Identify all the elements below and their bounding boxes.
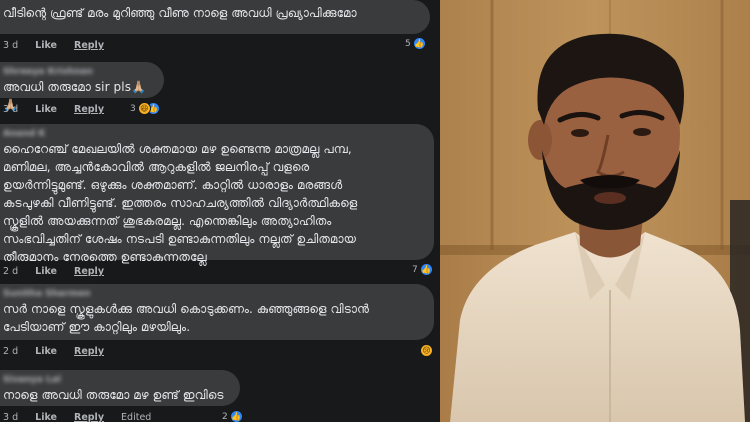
comment-author[interactable]: Sunitha Sharmen bbox=[3, 289, 422, 300]
comment-actions: 3 d Like Reply Edited bbox=[3, 412, 165, 422]
reply-button[interactable]: Reply bbox=[74, 412, 104, 422]
reaction-summary[interactable]: 7 👍 bbox=[412, 263, 433, 276]
ear-left bbox=[528, 120, 552, 160]
reaction-count: 3 bbox=[130, 103, 136, 114]
mouth bbox=[594, 192, 626, 204]
like-button[interactable]: Like bbox=[35, 346, 57, 357]
reaction-summary[interactable]: 😢 bbox=[420, 344, 433, 357]
comment-bubble: Sivanya Lal നാളെ അവധി തരുമോ മഴ ഉണ്ട് ഇവി… bbox=[0, 370, 240, 406]
comment-text: വീടിന്റെ ഫ്രണ്ട് മരം മുറിഞ്ഞു വീണു നാളെ … bbox=[3, 6, 357, 20]
like-button[interactable]: Like bbox=[35, 104, 57, 115]
comment-actions: 2 d Like Reply bbox=[3, 266, 118, 277]
comment-text: ഹൈറേഞ്ച് മേഖലയിൽ ശക്തമായ മഴ ഉണ്ടെന്നു മാ… bbox=[3, 142, 358, 264]
reaction-count: 7 bbox=[412, 264, 418, 275]
comment-bubble: Shreeya Krishnan അവധി തരുമോ sir pls🙏🏼🙏🏼 bbox=[0, 62, 164, 112]
edited-label: Edited bbox=[121, 412, 152, 422]
comment-author[interactable]: Sivanya Lal bbox=[3, 375, 228, 386]
like-button[interactable]: Like bbox=[35, 266, 57, 277]
comment-timestamp: 3 d bbox=[3, 412, 19, 422]
like-icon: 👍 bbox=[419, 263, 433, 276]
comment-actions: 2 d Like Reply bbox=[3, 346, 118, 357]
comment-author[interactable]: Anand K bbox=[3, 129, 422, 140]
comment-author[interactable]: Shreeya Krishnan bbox=[3, 67, 152, 78]
comment-timestamp: 3 d bbox=[3, 40, 19, 51]
like-icon: 👍 bbox=[412, 37, 426, 50]
reply-button[interactable]: Reply bbox=[74, 104, 104, 115]
comment-bubble: Sunitha Sharmen സർ നാളെ സ്കൂളുകൾക്കു അവധ… bbox=[0, 284, 434, 340]
comments-panel: വീടിന്റെ ഫ്രണ്ട് മരം മുറിഞ്ഞു വീണു നാളെ … bbox=[0, 0, 440, 422]
comment-bubble: വീടിന്റെ ഫ്രണ്ട് മരം മുറിഞ്ഞു വീണു നാളെ … bbox=[0, 0, 430, 34]
portrait-photo bbox=[440, 0, 750, 422]
reaction-summary[interactable]: 2 👍 bbox=[222, 410, 243, 422]
like-button[interactable]: Like bbox=[35, 40, 57, 51]
haha-icon: 😆 bbox=[137, 102, 151, 115]
eye-right bbox=[633, 128, 651, 136]
comment-timestamp: 2 d bbox=[3, 346, 19, 357]
comment-text: നാളെ അവധി തരുമോ മഴ ഉണ്ട് ഇവിടെ bbox=[3, 388, 224, 402]
reaction-summary[interactable]: 5 👍 bbox=[405, 37, 426, 50]
comment-bubble: Anand K ഹൈറേഞ്ച് മേഖലയിൽ ശക്തമായ മഴ ഉണ്ട… bbox=[0, 124, 434, 264]
reply-button[interactable]: Reply bbox=[74, 266, 104, 277]
comment-actions: 3 d Like Reply bbox=[3, 104, 118, 115]
like-button[interactable]: Like bbox=[35, 412, 57, 422]
reply-button[interactable]: Reply bbox=[74, 40, 104, 51]
comment-actions: 3 d Like Reply bbox=[3, 40, 118, 51]
reaction-summary[interactable]: 3 😆 👍 bbox=[130, 102, 160, 115]
man-portrait-image bbox=[440, 0, 750, 422]
reply-button[interactable]: Reply bbox=[74, 346, 104, 357]
eye-left bbox=[571, 129, 589, 137]
comment-timestamp: 2 d bbox=[3, 266, 19, 277]
comment-timestamp: 3 d bbox=[3, 104, 19, 115]
comment-text: സർ നാളെ സ്കൂളുകൾക്കു അവധി കൊടുക്കണം. കുഞ… bbox=[3, 302, 370, 334]
reaction-count: 5 bbox=[405, 38, 411, 49]
reaction-count: 2 bbox=[222, 411, 228, 422]
like-icon: 👍 bbox=[229, 410, 243, 422]
sad-icon: 😢 bbox=[420, 344, 433, 357]
